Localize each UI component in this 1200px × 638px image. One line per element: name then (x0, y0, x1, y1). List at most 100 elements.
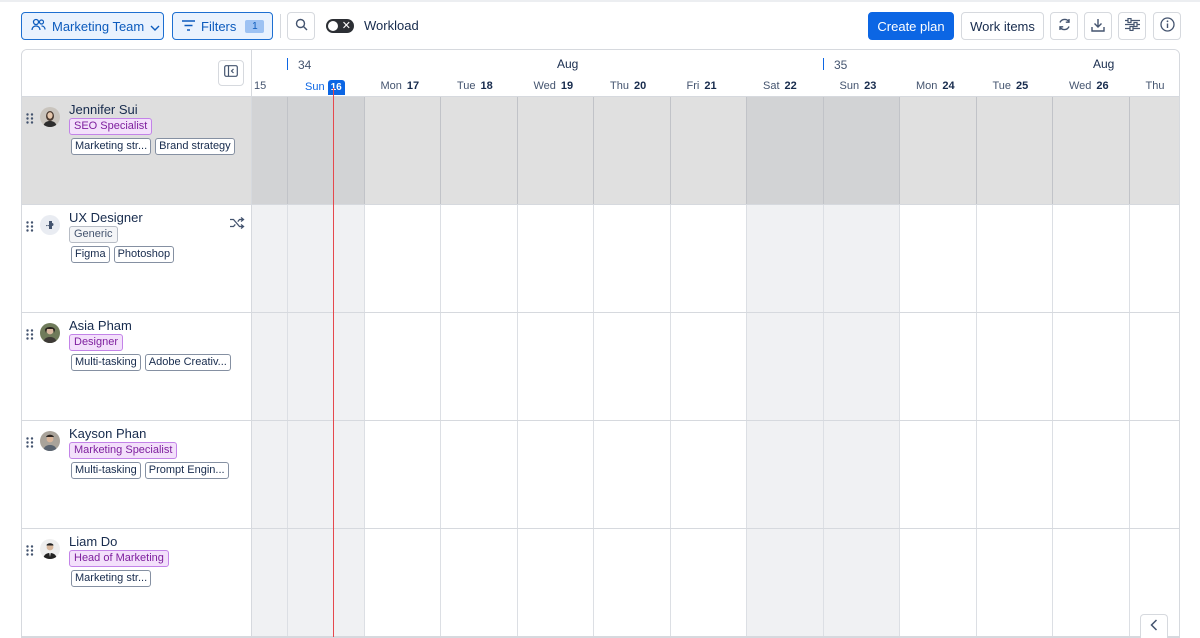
day-label: Tue 25 (993, 80, 1029, 92)
close-icon: ✕ (341, 20, 351, 32)
week-number: 34 (286, 58, 312, 72)
skills-list: Marketing str... (71, 570, 152, 587)
skills-list: Figma Photoshop (71, 246, 175, 263)
people-panel-header (22, 50, 252, 97)
view-settings-button[interactable] (1118, 12, 1146, 40)
drag-handle-icon[interactable] (26, 327, 34, 345)
role-badge: Designer (69, 334, 124, 351)
team-selector-label: Marketing Team (52, 18, 145, 34)
person-name: Liam Do (69, 534, 118, 549)
person-name: Jennifer Sui (69, 102, 138, 117)
sliders-icon (1124, 17, 1140, 34)
create-plan-button[interactable]: Create plan (868, 12, 954, 40)
refresh-button[interactable] (1050, 12, 1078, 40)
team-selector-button[interactable]: Marketing Team (21, 12, 164, 40)
today-date-badge: 16 (327, 80, 345, 95)
scroll-left-button[interactable] (1140, 614, 1168, 638)
day-of-week: Wed (533, 80, 556, 92)
person-row[interactable]: Liam Do Head of Marketing Marketing str... (22, 529, 252, 637)
toolbar-divider (280, 14, 281, 38)
person-row[interactable]: Asia Pham Designer Multi-tasking Adobe Crea… (22, 313, 252, 421)
resource-planner-board: Jennifer Sui SEO Specialist Marketing str.… (21, 49, 1180, 638)
day-number: 22 (784, 80, 797, 92)
day-of-week: Wed (1069, 80, 1092, 92)
role-badge: Marketing Specialist (69, 442, 178, 459)
timeline-row[interactable] (252, 313, 1179, 421)
skill-tag: Figma (71, 246, 110, 263)
day-label: Mon 24 (916, 80, 955, 92)
timeline: 15 Sun 16 Mon 17 Tue 18 Wed 19 Thu 20 Fri 21 Sat 22 Sun… (252, 50, 1179, 637)
person-name: Kayson Phan (69, 426, 147, 441)
timeline-row[interactable] (252, 97, 1179, 205)
shuffle-icon[interactable] (230, 216, 245, 234)
person-row[interactable]: Kayson Phan Marketing Specialist Multi-tas… (22, 421, 252, 529)
avatar (40, 431, 60, 451)
download-button[interactable] (1084, 12, 1112, 40)
search-icon (295, 18, 308, 34)
role-badge: Head of Marketing (69, 550, 169, 567)
day-label: Tue 18 (457, 80, 493, 92)
day-label: Wed 19 (534, 80, 574, 92)
toggle-knob (328, 21, 338, 31)
search-button[interactable] (287, 12, 315, 40)
day-label: Wed 26 (1069, 80, 1109, 92)
skills-list: Multi-tasking Adobe Creativ... (71, 354, 231, 371)
timeline-row[interactable] (252, 529, 1179, 637)
timeline-row[interactable] (252, 421, 1179, 529)
day-label: Mon 17 (381, 80, 420, 92)
day-of-week: Tue (457, 80, 476, 92)
people-icon (31, 18, 46, 34)
skill-tag: Photoshop (113, 246, 175, 263)
timeline-header: 15 Sun 16 Mon 17 Tue 18 Wed 19 Thu 20 Fri 21 Sat 22 Sun… (252, 50, 1179, 97)
day-label: Sun 16 (305, 80, 345, 95)
day-label: Thu (1146, 80, 1165, 92)
collapse-panel-button[interactable] (218, 60, 244, 86)
skill-tag: Marketing str... (71, 138, 152, 155)
workload-toggle[interactable]: ✕ (326, 19, 354, 33)
day-of-week: Fri (686, 80, 700, 92)
day-of-week: Sun (839, 80, 860, 92)
drag-handle-icon[interactable] (26, 543, 34, 561)
day-of-week: Thu (610, 80, 629, 92)
role-badge: SEO Specialist (69, 118, 153, 135)
day-of-week: Mon (916, 80, 938, 92)
person-name: Asia Pham (69, 318, 132, 333)
month-label: Aug (557, 57, 579, 71)
day-number: 20 (633, 80, 647, 92)
day-number: 23 (864, 80, 877, 92)
day-number: 21 (704, 80, 717, 92)
skills-list: Multi-tasking Prompt Engin... (71, 462, 229, 479)
day-number: 26 (1096, 80, 1109, 92)
today-marker-line (333, 88, 334, 637)
skill-tag: Multi-tasking (71, 354, 141, 371)
skill-tag: Multi-tasking (71, 462, 141, 479)
skill-tag: Brand strategy (155, 138, 235, 155)
drag-handle-icon[interactable] (26, 435, 34, 453)
day-label: Sat 22 (763, 80, 797, 92)
person-row[interactable]: UX Designer Generic Figma Photoshop (22, 205, 252, 313)
info-button[interactable] (1153, 12, 1181, 40)
filters-label: Filters (201, 18, 237, 34)
download-icon (1091, 18, 1105, 35)
role-badge: Generic (69, 226, 118, 243)
skill-tag: Marketing str... (71, 570, 152, 587)
workload-label: Workload (364, 18, 419, 33)
month-label: Aug (1093, 57, 1115, 71)
timeline-row[interactable] (252, 205, 1179, 313)
day-of-week: Sun (305, 81, 325, 93)
chevron-down-icon (150, 19, 160, 34)
info-icon (1159, 17, 1175, 35)
filters-button[interactable]: Filters 1 (172, 12, 273, 40)
drag-handle-icon[interactable] (26, 219, 34, 237)
day-of-week: Thu (1145, 80, 1165, 92)
week-number: 35 (822, 58, 848, 72)
work-items-button[interactable]: Work items (961, 12, 1044, 40)
filter-icon (182, 19, 195, 34)
day-number: 17 (406, 80, 420, 92)
skill-tag: Adobe Creativ... (144, 354, 231, 371)
toolbar: Marketing Team Filters 1 ✕ Workload Crea… (0, 0, 1200, 50)
sidebar-collapse-icon (224, 64, 238, 82)
person-row[interactable]: Jennifer Sui SEO Specialist Marketing str.… (22, 97, 252, 205)
drag-handle-icon[interactable] (26, 111, 34, 129)
day-label: Thu 20 (610, 80, 646, 92)
